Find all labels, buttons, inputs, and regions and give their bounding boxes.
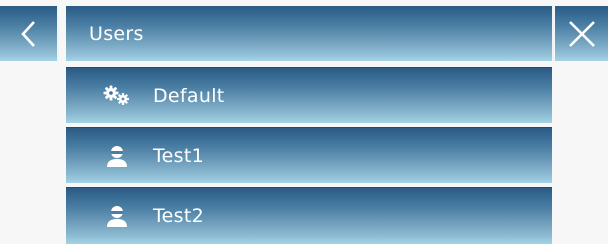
user-label: Test1 [153, 144, 205, 167]
user-label: Test2 [153, 205, 205, 227]
list-item-test2-user[interactable]: Test2 [66, 187, 552, 244]
chevron-left-icon [20, 20, 35, 47]
list-item-test1-user[interactable]: Test1 [66, 127, 552, 183]
back-button[interactable] [0, 6, 57, 61]
user-icon [102, 203, 132, 229]
user-icon [102, 143, 132, 169]
gears-icon [102, 83, 132, 109]
list-item-default-user[interactable]: Default [66, 67, 552, 123]
close-button[interactable] [555, 6, 608, 61]
header-divider [57, 6, 59, 61]
header-divider [552, 6, 554, 61]
close-icon [568, 20, 595, 47]
page-title: Users [89, 22, 144, 45]
title-bar: Users [66, 6, 552, 61]
user-label: Default [153, 84, 225, 107]
